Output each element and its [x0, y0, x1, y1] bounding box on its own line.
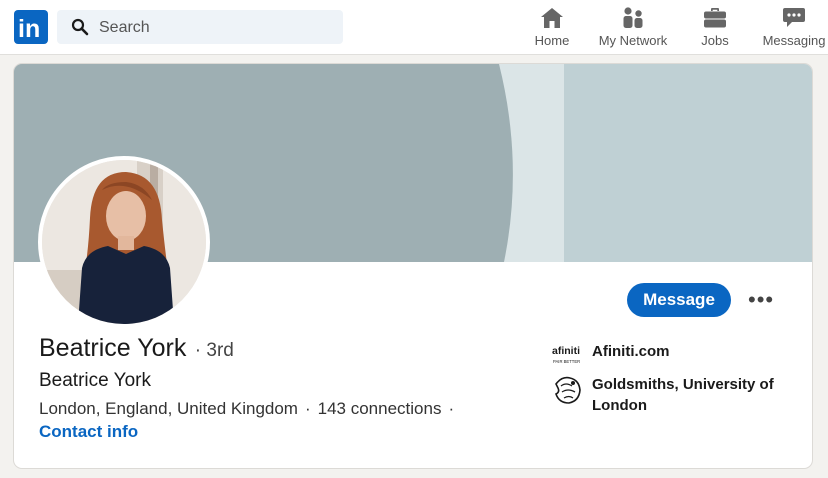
connections-count[interactable]: 143 connections	[318, 399, 442, 418]
afiniti-logo: afiniti PAIR BETTER	[552, 345, 580, 364]
my-network-icon	[623, 7, 643, 28]
org-goldsmiths-name: Goldsmiths, University of London	[592, 376, 774, 414]
nav-jobs[interactable]: Jobs	[694, 6, 736, 50]
connection-degree: · 3rd	[194, 340, 234, 361]
nav-my-network-label: My Network	[598, 33, 668, 48]
home-icon	[541, 8, 563, 28]
name-line: Beatrice York · 3rd	[39, 334, 234, 363]
org-afiniti[interactable]: afiniti PAIR BETTER Afiniti.com	[552, 339, 802, 371]
contact-info-link[interactable]: Contact info	[39, 422, 138, 442]
separator-dot: ·	[304, 399, 311, 418]
connection-degree-value: 3rd	[206, 340, 234, 361]
afiniti-logo-subtext: PAIR BETTER	[553, 359, 580, 364]
message-button[interactable]: Message	[627, 283, 731, 317]
profile-photo-image	[42, 160, 206, 324]
separator-dot: ·	[448, 399, 455, 418]
nav-messaging[interactable]: Messaging	[760, 6, 828, 50]
profile-meta: London, England, United Kingdom · 143 conn…	[39, 399, 461, 419]
search-input[interactable]	[97, 10, 341, 46]
profile-card: Message ••• Beatrice York · 3rd Beatrice…	[14, 64, 812, 468]
logo-text: in	[18, 15, 40, 43]
messaging-icon	[783, 8, 805, 27]
profile-name: Beatrice York	[39, 334, 187, 362]
profile-headline: Beatrice York	[39, 370, 151, 391]
nav-home-label: Home	[534, 33, 570, 48]
briefcase-icon	[704, 8, 726, 28]
nav-messaging-label: Messaging	[762, 33, 826, 48]
profile-photo[interactable]	[38, 156, 210, 328]
org-goldsmiths[interactable]: Goldsmiths, University of London	[552, 374, 802, 420]
nav-home[interactable]: Home	[528, 6, 576, 50]
more-actions-button[interactable]: •••	[742, 285, 776, 315]
nav-jobs-label: Jobs	[701, 33, 729, 48]
goldsmiths-logo	[553, 375, 583, 405]
org-afiniti-name: Afiniti.com	[592, 343, 670, 360]
search-icon	[71, 18, 89, 36]
profile-location: London, England, United Kingdom	[39, 399, 298, 418]
nav-my-network[interactable]: My Network	[593, 6, 673, 50]
search-box[interactable]	[57, 10, 343, 46]
afiniti-logo-text: afiniti	[552, 345, 580, 357]
top-navigation-bar: in Home My Network Jobs	[0, 0, 828, 55]
linkedin-logo-icon[interactable]: in	[14, 10, 48, 44]
